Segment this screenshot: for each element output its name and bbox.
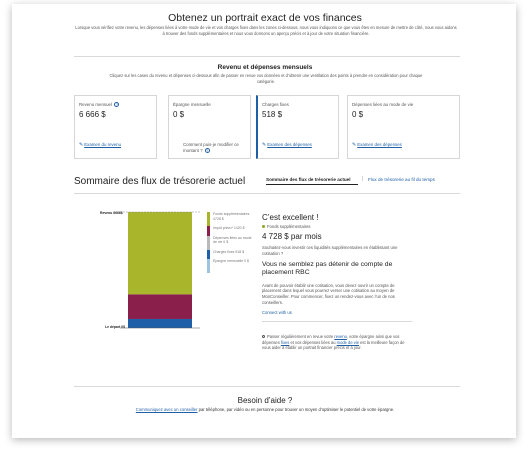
chart-bottom-label: Le départ 0$ <box>105 325 125 329</box>
savings-question: Comment puis-je modifier ce montant ? ? <box>183 142 239 154</box>
box-fixed-charges-label: Charges fixes <box>262 102 289 107</box>
legend-item: Fonds supplémentaires 4728 $ <box>207 212 252 226</box>
box-savings-label: Épargne mensuelle <box>173 102 211 107</box>
legend-item: Charges fixes 518 $ <box>207 249 252 264</box>
lifestyle-link[interactable]: mode de vie <box>337 340 359 345</box>
legend-item: Impôt prévu* 1420 $ <box>207 226 252 240</box>
box-fixed-charges-value: 518 $ <box>262 110 283 119</box>
active-tab-indicator <box>266 184 358 185</box>
result-paragraph: Avant de pouvoir établir une cotisation,… <box>262 282 395 305</box>
divider <box>74 56 460 57</box>
page-intro: Lorsque vous vérifiez votre revenu, les … <box>75 25 457 36</box>
divider <box>74 193 460 194</box>
box-savings[interactable]: Épargne mensuelle 0 $ Comment puis-je mo… <box>168 95 251 159</box>
result-title: C’est excellent ! <box>262 213 319 222</box>
legend-item: Épargne mensuelle 0 $ <box>207 259 252 273</box>
review-income-link[interactable]: ✎Examen du revenu <box>79 142 121 148</box>
tab-over-time[interactable]: Flux de trésorerie au fil du temps <box>368 177 435 182</box>
box-lifestyle-label: Dépenses liées au mode de vie <box>352 102 414 107</box>
result-sub-label: Fonds supplémentaires <box>262 224 412 229</box>
legend-swatch <box>207 259 210 273</box>
bullet-icon <box>262 335 265 339</box>
pencil-icon: ✎ <box>352 142 357 148</box>
legend-swatch <box>207 212 210 226</box>
status-dot <box>262 225 265 229</box>
box-income-value: 6 666 $ <box>79 110 106 119</box>
info-icon[interactable]: ? <box>204 148 210 154</box>
divider <box>262 320 412 322</box>
box-savings-value: 0 $ <box>173 110 185 119</box>
tab-current-summary[interactable]: Sommaire des flux de trésorerie actuel <box>266 177 351 182</box>
pencil-icon: ✎ <box>79 142 84 148</box>
page-title: Obtenez un portrait exact de vos finance… <box>168 12 362 24</box>
legend-item: Dépenses liées au mode de vie 0 $ <box>207 235 252 250</box>
info-icon[interactable]: ? <box>114 102 120 108</box>
result-footnote: Passer régulièrement en revue votre reve… <box>262 333 405 351</box>
help-title: Besoin d’aide ? <box>237 396 293 405</box>
result-text: Souhaitez-vous investir ces liquidités s… <box>262 245 398 256</box>
summary-boxes: Revenu mensuel ? 6 666 $ ✎Examen du reve… <box>74 95 460 159</box>
box-lifestyle[interactable]: Dépenses liées au mode de vie 0 $ ✎Exame… <box>347 95 460 159</box>
review-lifestyle-link[interactable]: ✎Examen des dépenses <box>352 142 402 148</box>
review-expenses-link[interactable]: ✎Examen des dépenses <box>262 142 312 148</box>
result-heading: Vous ne semblez pas détenir de compte de… <box>262 260 393 277</box>
income-section-intro: Cliquez sur les cases du revenu et dépen… <box>109 73 423 84</box>
pencil-icon: ✎ <box>262 142 267 148</box>
box-income[interactable]: Revenu mensuel ? 6 666 $ ✎Examen du reve… <box>74 95 157 159</box>
help-text: Communiquez avec un conseiller par télép… <box>135 407 395 412</box>
box-lifestyle-value: 0 $ <box>352 110 364 119</box>
legend-swatch <box>207 235 210 250</box>
tab-separator: | <box>362 176 364 182</box>
box-fixed-charges[interactable]: Charges fixes 518 $ ✎Examen des dépenses <box>256 95 339 159</box>
income-link[interactable]: revenu <box>334 334 347 339</box>
result-amount: 4 728 $ par mois <box>262 232 322 241</box>
chart-top-label: Revenu 6666$ <box>100 211 123 215</box>
connect-link[interactable]: Connect with us <box>262 310 412 315</box>
income-section-title: Revenu et dépenses mensuels <box>217 64 313 71</box>
box-income-label: Revenu mensuel ? <box>79 102 120 108</box>
chart-legend: Fonds supplémentaires 4728 $ Impôt prévu… <box>207 212 252 273</box>
cashflow-title: Sommaire des flux de trésorerie actuel <box>74 176 246 187</box>
result-panel: C’est excellent ! Fonds supplémentaires … <box>262 213 412 351</box>
divider <box>74 386 460 387</box>
contact-advisor-link[interactable]: Communiquez avec un conseiller <box>136 407 198 412</box>
